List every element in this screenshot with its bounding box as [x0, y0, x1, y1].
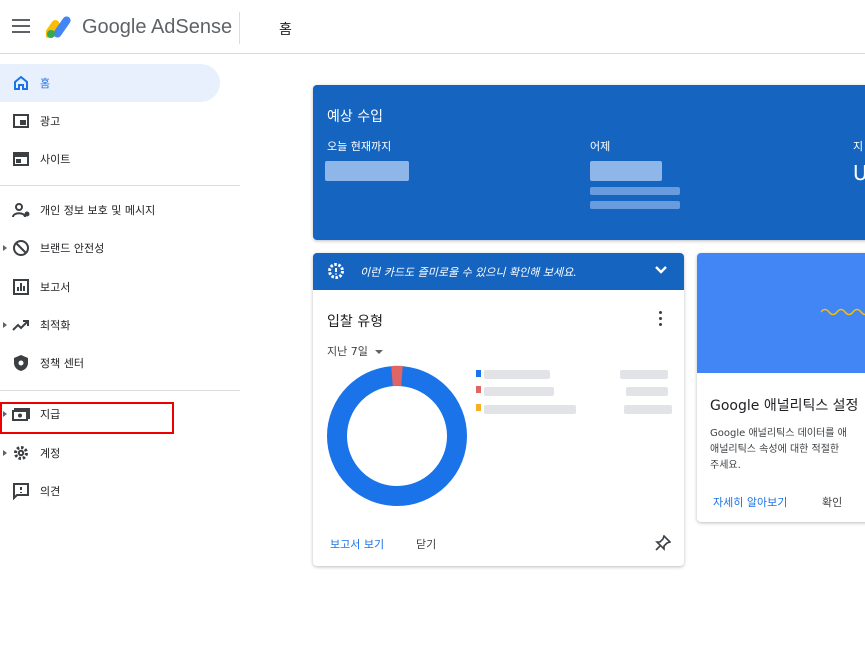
home-icon	[14, 75, 28, 90]
period-value: 지난 7일	[327, 345, 368, 358]
analytics-body-line: 애널리틱스 속성에 대한 적절한	[710, 444, 840, 455]
ads-icon	[13, 114, 29, 128]
sidebar-item-brand-safety[interactable]: 브랜드 안전성	[0, 229, 220, 267]
blurred-value	[590, 187, 680, 195]
earnings-today-label: 오늘 현재까지	[327, 140, 392, 153]
dropdown-arrow-icon	[375, 350, 384, 354]
sidebar-item-label: 계정	[40, 447, 61, 460]
sidebar-item-label: 보고서	[40, 281, 71, 294]
sidebar-item-label: 개인 정보 보호 및 메시지	[40, 204, 156, 217]
sidebar-item-label: 광고	[40, 115, 61, 128]
sidebar-item-label: 정책 센터	[40, 357, 84, 370]
sidebar-item-feedback[interactable]: 의견	[0, 472, 220, 510]
more-options-icon[interactable]	[655, 311, 665, 329]
gear-alert-icon	[328, 263, 344, 279]
sidebar-item-label: 의견	[40, 485, 61, 498]
suggestion-banner[interactable]: 이런 카드도 즐미로울 수 있으니 확인해 보세요.	[313, 253, 684, 290]
wave-decoration-icon	[821, 308, 865, 316]
hamburger-menu-icon[interactable]	[12, 19, 30, 33]
view-report-link[interactable]: 보고서 보기	[330, 536, 384, 552]
sidebar-item-label: 브랜드 안전성	[40, 242, 105, 255]
blurred-legend-value	[624, 405, 672, 414]
blurred-legend-label	[484, 405, 576, 414]
learn-more-link[interactable]: 자세히 알아보기	[713, 494, 787, 510]
expand-caret-icon[interactable]	[3, 322, 7, 328]
brand-name: Google AdSense	[82, 16, 233, 38]
sidebar-item-privacy[interactable]: 개인 정보 보호 및 메시지	[0, 191, 220, 229]
sidebar-item-account[interactable]: 계정	[0, 434, 220, 472]
blurred-value	[590, 201, 680, 209]
shield-icon	[14, 355, 28, 371]
analytics-card-title: Google 애널리틱스 설정	[710, 398, 859, 414]
sidebar-item-reports[interactable]: 보고서	[0, 268, 220, 306]
confirm-button[interactable]: 확인	[822, 494, 842, 510]
expand-caret-icon[interactable]	[3, 450, 7, 456]
top-app-bar: Google AdSense 홈	[0, 0, 865, 54]
sidebar-item-sites[interactable]: 사이트	[0, 140, 220, 178]
sidebar-item-home[interactable]: 홈	[0, 64, 220, 102]
legend-dot	[476, 404, 481, 411]
bid-type-card: 이런 카드도 즐미로울 수 있으니 확인해 보세요. 입찰 유형 지난 7일 보…	[313, 253, 684, 566]
blurred-value	[325, 161, 409, 181]
legend-dot	[476, 370, 481, 377]
banner-text: 이런 카드도 즐미로울 수 있으니 확인해 보세요.	[360, 266, 577, 279]
payments-highlight-box	[0, 402, 174, 434]
blurred-value	[590, 161, 662, 181]
analytics-illustration	[697, 253, 865, 373]
sidebar-item-policy-center[interactable]: 정책 센터	[0, 344, 220, 382]
chevron-down-icon[interactable]	[654, 265, 668, 275]
adsense-logo-icon[interactable]	[46, 15, 74, 39]
blurred-legend-label	[484, 387, 554, 396]
sidebar-item-label: 최적화	[40, 319, 71, 332]
sidebar-item-label: 사이트	[40, 153, 71, 166]
feedback-icon	[13, 483, 29, 500]
sites-icon	[13, 152, 29, 166]
bid-type-donut-chart	[327, 365, 467, 506]
earnings-yesterday-label: 어제	[590, 140, 611, 153]
sidebar: 홈 광고 사이트 개인 정보 보호 및 메시지 브랜드 안전성 보고서 최적화 …	[0, 54, 240, 650]
analytics-setup-card: Google 애널리틱스 설정 Google 애널리틱스 데이터를 애 애널리틱…	[697, 253, 865, 522]
blurred-legend-value	[620, 370, 668, 379]
earnings-third-label: 지	[853, 140, 864, 153]
blurred-legend-value	[626, 387, 668, 396]
close-button[interactable]: 닫기	[416, 536, 436, 552]
trending-up-icon	[12, 320, 29, 331]
sidebar-divider	[0, 185, 240, 186]
analytics-body-line: Google 애널리틱스 데이터를 애	[710, 428, 847, 439]
sidebar-item-ads[interactable]: 광고	[0, 102, 220, 140]
bar-chart-icon	[13, 279, 29, 295]
privacy-icon	[12, 203, 30, 218]
earnings-third-value: U	[853, 161, 865, 185]
block-icon	[13, 240, 29, 256]
sidebar-item-label: 홈	[40, 77, 51, 90]
period-select[interactable]: 지난 7일	[327, 343, 384, 359]
page-title: 홈	[279, 22, 292, 38]
pin-icon[interactable]	[655, 535, 671, 551]
bid-type-title: 입찰 유형	[327, 314, 383, 330]
analytics-card-body: Google 애널리틱스 데이터를 애 애널리틱스 속성에 대한 적절한 주세요…	[710, 426, 865, 474]
earnings-title: 예상 수입	[327, 109, 383, 125]
sidebar-divider	[0, 390, 240, 391]
blurred-legend-label	[484, 370, 550, 379]
header-divider	[239, 12, 240, 44]
legend-dot	[476, 386, 481, 393]
estimated-earnings-card: 예상 수입 오늘 현재까지 어제 지 U	[313, 85, 865, 240]
analytics-body-line: 주세요.	[710, 460, 741, 471]
gear-icon	[14, 446, 28, 460]
sidebar-item-optimization[interactable]: 최적화	[0, 306, 220, 344]
expand-caret-icon[interactable]	[3, 245, 7, 251]
